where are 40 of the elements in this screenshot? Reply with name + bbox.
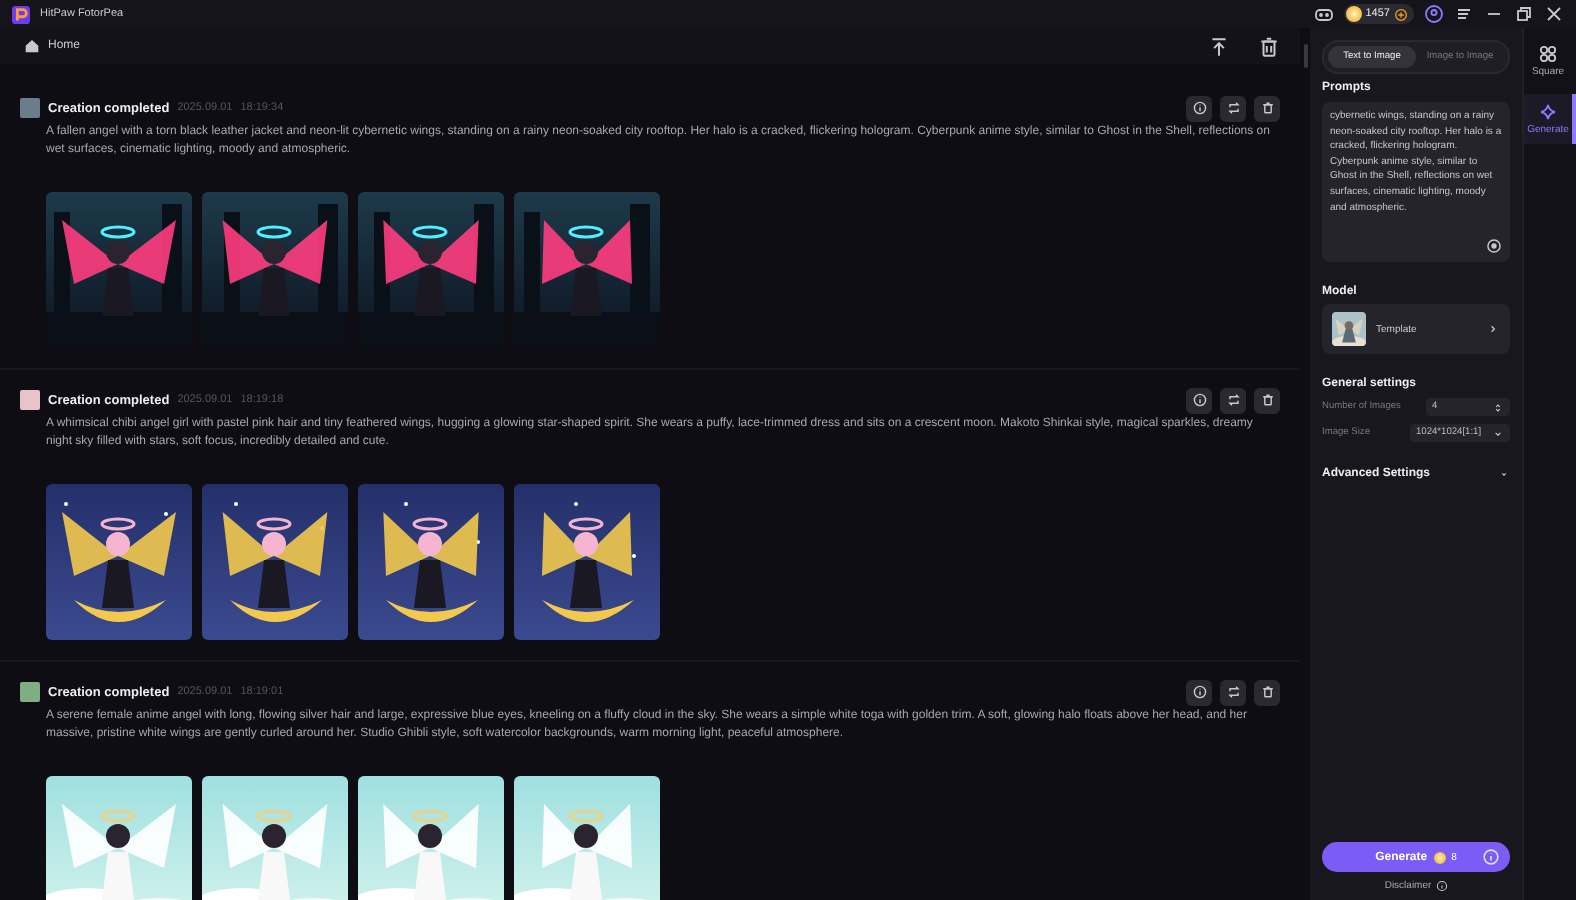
regenerate-button[interactable] xyxy=(1220,387,1246,413)
delete-button[interactable] xyxy=(1254,387,1280,413)
regenerate-button[interactable] xyxy=(1220,679,1246,705)
spinner-icon xyxy=(1492,401,1504,413)
home-icon xyxy=(24,38,40,54)
info-button[interactable] xyxy=(1186,679,1212,705)
trash-icon xyxy=(1259,392,1275,408)
grid-icon xyxy=(1538,44,1558,64)
info-button[interactable] xyxy=(1186,95,1212,121)
upload-icon xyxy=(1208,35,1230,57)
delete-button[interactable] xyxy=(1254,679,1280,705)
avatar-icon xyxy=(1424,4,1444,24)
gamepad-icon xyxy=(1313,4,1334,24)
app-logo xyxy=(12,5,30,23)
trash-icon xyxy=(1259,684,1275,700)
info-icon xyxy=(1482,848,1500,866)
sparkle-icon xyxy=(1538,102,1558,122)
close-icon xyxy=(1544,4,1564,24)
thumbnail xyxy=(20,98,40,118)
menu-icon xyxy=(1454,4,1474,24)
delete-button[interactable] xyxy=(1254,95,1280,121)
thumbnail xyxy=(20,682,40,702)
regenerate-button[interactable] xyxy=(1220,95,1246,121)
info-icon xyxy=(1191,392,1207,408)
chevron-down-icon xyxy=(1498,468,1510,480)
info-icon xyxy=(1191,100,1207,116)
info-button[interactable] xyxy=(1186,387,1212,413)
refresh-icon xyxy=(1225,392,1241,408)
refresh-icon xyxy=(1225,100,1241,116)
thumbnail xyxy=(20,390,40,410)
trash-icon xyxy=(1258,35,1280,57)
scrollbar[interactable] xyxy=(1303,44,1307,68)
chevron-right-icon xyxy=(1486,322,1500,336)
restore-icon xyxy=(1514,4,1534,24)
info-icon xyxy=(1191,684,1207,700)
plus-circle-icon xyxy=(1394,7,1408,21)
chevron-down-icon xyxy=(1492,427,1504,439)
info-icon xyxy=(1435,880,1448,892)
refresh-icon xyxy=(1225,684,1241,700)
trash-icon xyxy=(1259,100,1275,116)
